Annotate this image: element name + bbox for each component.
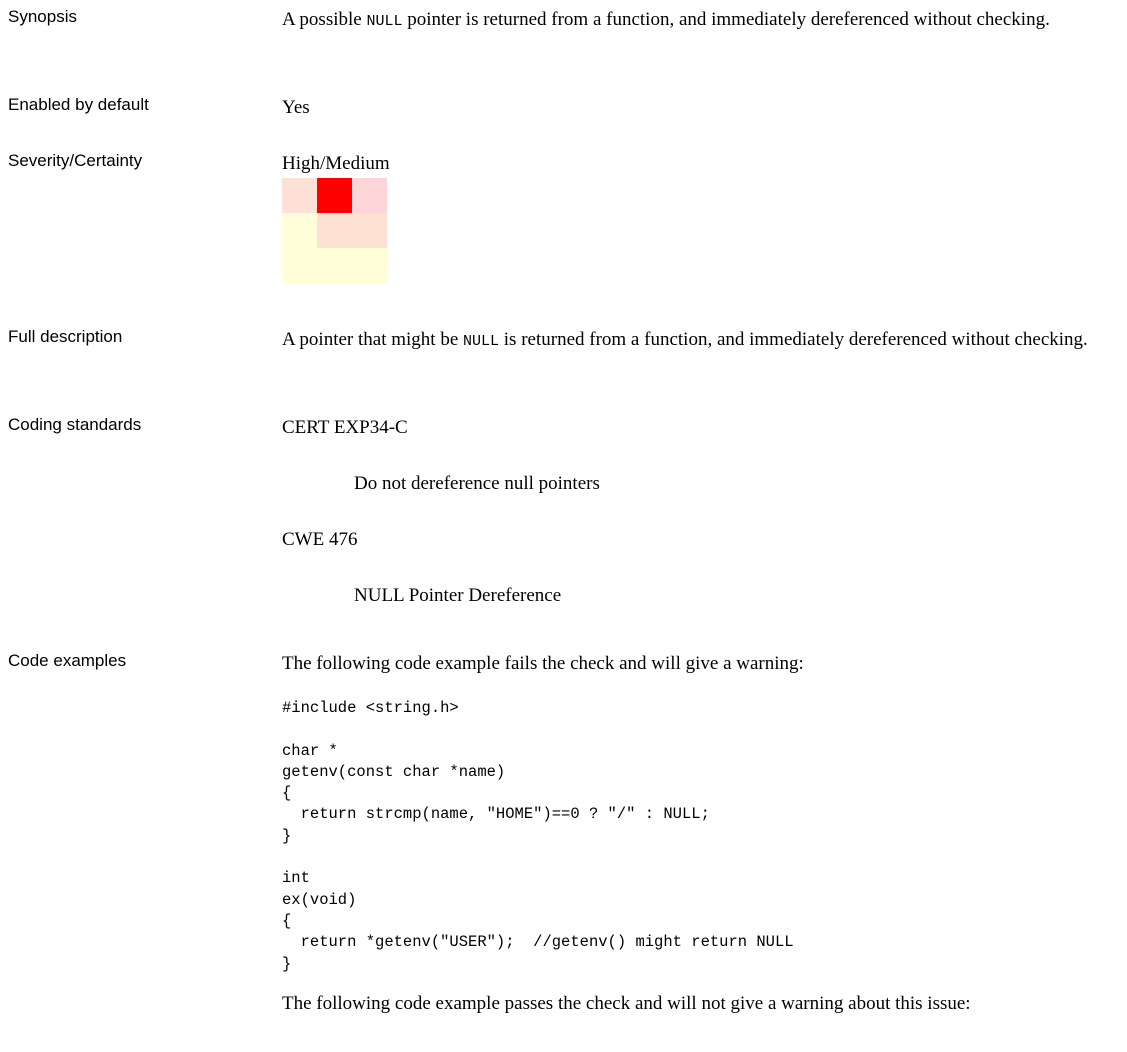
fail-example-intro: The following code example fails the che… <box>282 653 804 674</box>
full-description-code: NULL <box>463 333 500 350</box>
coding-standard-description: NULL Pointer Dereference <box>354 585 562 606</box>
synopsis-label: Synopsis <box>8 7 77 26</box>
full-description-text-before: A pointer that might be <box>282 329 464 350</box>
synopsis-text-after: pointer is returned from a function, and… <box>402 9 1050 30</box>
coding-standard-name: CERT EXP34-C <box>282 417 408 438</box>
full-description-label: Full description <box>8 327 123 346</box>
matrix-cell <box>352 213 387 248</box>
matrix-cell <box>282 213 317 248</box>
enabled-label: Enabled by default <box>8 95 149 114</box>
synopsis-text-before: A possible <box>282 9 367 30</box>
coding-standard-name: CWE 476 <box>282 529 358 550</box>
fail-code-example: #include <string.h> char * getenv(const … <box>282 699 794 973</box>
matrix-cell <box>282 248 317 283</box>
coding-standards-label: Coding standards <box>8 415 142 434</box>
severity-value: High/Medium <box>282 153 390 174</box>
severity-certainty-matrix <box>282 178 387 283</box>
synopsis-text: A possible NULL pointer is returned from… <box>282 6 1102 35</box>
matrix-cell <box>352 248 387 283</box>
pass-example-intro: The following code example passes the ch… <box>282 993 971 1014</box>
severity-label: Severity/Certainty <box>8 151 143 170</box>
matrix-cell <box>317 248 352 283</box>
matrix-cell <box>282 178 317 213</box>
code-examples-label: Code examples <box>8 651 127 670</box>
synopsis-code: NULL <box>366 13 403 30</box>
enabled-value: Yes <box>282 97 310 118</box>
full-description-text-after: is returned from a function, and immedia… <box>499 329 1088 350</box>
matrix-cell <box>317 178 352 213</box>
matrix-cell <box>352 178 387 213</box>
coding-standard-description: Do not dereference null pointers <box>354 473 600 494</box>
matrix-cell <box>317 213 352 248</box>
full-description-text: A pointer that might be NULL is returned… <box>282 326 1102 355</box>
